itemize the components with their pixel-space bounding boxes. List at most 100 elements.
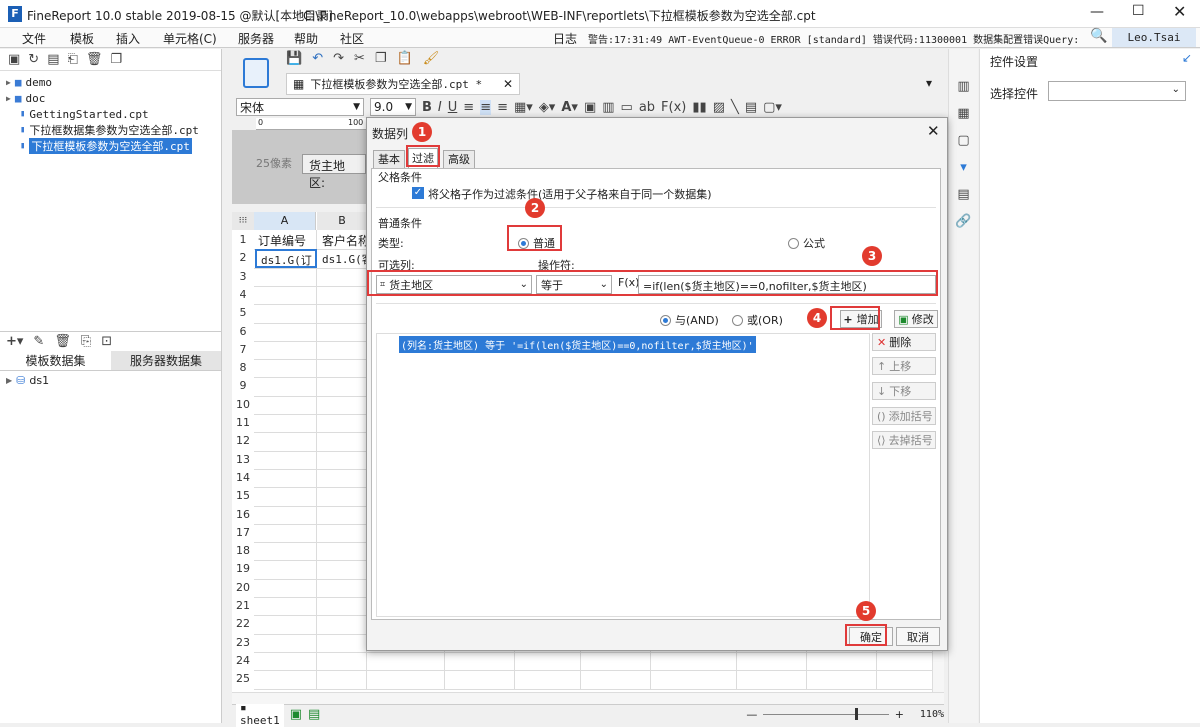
zoom-slider[interactable] [763,707,889,720]
delete-button[interactable]: ✕ 删除 [872,333,936,351]
doc-tab[interactable]: ▦ 下拉框模板参数为空选全部.cpt * ✕ [286,73,520,95]
underline-icon[interactable]: U [448,100,458,115]
select-widget-dropdown[interactable]: ⌄ [1048,81,1186,101]
save-icon[interactable]: 💾 [286,51,302,66]
user-name[interactable]: Leo.Tsai [1112,28,1196,47]
dialog-close-icon[interactable]: ✕ [927,122,940,140]
text-cell-icon[interactable]: ▭ [621,100,633,115]
menu-cell[interactable]: 单元格(C) [163,30,217,47]
fill-color-icon[interactable]: ◈▾ [539,100,556,115]
split-icon[interactable]: ▥ [602,100,614,115]
cell-element-icon[interactable]: ▦ [957,106,969,121]
cut-icon[interactable]: ✂ [354,51,365,66]
row-header[interactable]: 5 [232,304,254,322]
row-header[interactable]: 18 [232,542,254,560]
tab-server-dataset[interactable]: 服务器数据集 [111,351,221,370]
row-header[interactable]: 22 [232,615,254,633]
row-header[interactable]: 9 [232,377,254,395]
col-header-a[interactable]: A [254,212,316,230]
param-label[interactable]: 货主地区: [302,154,366,190]
sheet-tab[interactable]: ▪ sheet1 [236,701,284,727]
tree-item-doc[interactable]: ▶ ■ doc [0,90,221,106]
tree-item-dataset-param[interactable]: ▮ 下拉框数据集参数为空选全部.cpt [0,122,221,138]
merge-icon[interactable]: ▣ [584,100,596,115]
radio-or[interactable]: 或(OR) [732,312,783,328]
collapse-icon[interactable]: ↙ [1182,51,1192,65]
edit-icon[interactable]: ✎ [33,334,44,349]
italic-icon[interactable]: I [438,100,442,115]
subreport-icon[interactable]: ▤ [745,100,757,115]
row-header[interactable]: 3 [232,268,254,286]
align-left-icon[interactable]: ≡ [463,100,474,115]
row-header[interactable]: 17 [232,524,254,542]
row-header[interactable]: 7 [232,341,254,359]
template-icon[interactable] [243,58,269,88]
add-bracket-button[interactable]: () 添加括号 [872,407,936,425]
zoom-out-icon[interactable]: — [746,708,757,721]
open-icon[interactable]: ▤ [47,51,59,68]
paste-icon[interactable]: 📋 [397,51,413,66]
row-header[interactable]: 16 [232,506,254,524]
menu-template[interactable]: 模板 [70,30,94,47]
bold-icon[interactable]: B [422,100,432,115]
row-header[interactable]: 4 [232,286,254,304]
row-header[interactable]: 24 [232,652,254,670]
col-header-b[interactable]: B [317,212,367,230]
format-painter-icon[interactable]: 🖌 [423,51,440,66]
formula-icon[interactable]: F(x) [661,100,686,115]
cell-attr-icon[interactable]: ▥ [957,79,969,94]
radio-and[interactable]: 与(AND) [660,312,719,328]
border-icon[interactable]: ▦▾ [514,100,533,115]
zoom-in-icon[interactable]: + [895,708,904,721]
tab-template-dataset[interactable]: 模板数据集 [0,351,111,370]
menu-file[interactable]: 文件 [22,30,46,47]
row-header[interactable]: 2 [232,249,254,267]
edit-button[interactable]: ▣ 修改 [894,310,938,328]
dataset-item[interactable]: ▶ ⛁ ds1 [6,374,49,387]
row-header[interactable]: 20 [232,579,254,597]
remove-bracket-button[interactable]: ⟨⟩ 去掉括号 [872,431,936,449]
horizontal-scrollbar[interactable] [232,692,944,704]
menu-server[interactable]: 服务器 [238,30,274,47]
tree-item-template-param[interactable]: ▮ 下拉框模板参数为空选全部.cpt [0,138,221,154]
add-sheet-icon[interactable]: ▣ [290,707,302,722]
search-icon[interactable]: 🔍 [1090,28,1107,44]
refresh-icon[interactable]: ↻ [28,51,39,68]
widget-settings-icon[interactable]: ▾ [960,160,967,175]
log-label[interactable]: 日志 [553,30,577,47]
size-select[interactable]: 9.0 ▼ [370,98,416,116]
cell-b2[interactable]: ds1.G(客 [322,251,366,267]
row-header[interactable]: 10 [232,396,254,414]
redo-icon[interactable]: ↷ [333,51,344,66]
row-header[interactable]: 19 [232,560,254,578]
image-icon[interactable]: ▨ [713,100,725,115]
move-up-button[interactable]: ↑ 上移 [872,357,936,375]
radio-formula[interactable]: 公式 [788,235,825,251]
minimize-icon[interactable]: — [1090,4,1104,20]
delete-icon[interactable]: 🗑 [54,334,71,349]
tab-menu-icon[interactable]: ▾ [926,76,932,90]
maximize-icon[interactable]: ☐ [1132,3,1145,19]
row-header[interactable]: 15 [232,487,254,505]
align-right-icon[interactable]: ≡ [497,100,508,115]
preview-icon[interactable]: ⎘ [81,334,91,349]
copy-icon[interactable]: ❐ [110,51,122,68]
row-header[interactable]: 25 [232,670,254,688]
add-poly-sheet-icon[interactable]: ▤ [308,707,320,722]
row-header[interactable]: 14 [232,469,254,487]
row-header[interactable]: 1 [232,231,254,249]
tree-item-getting-started[interactable]: ▮ GettingStarted.cpt [0,106,221,122]
row-header[interactable]: 8 [232,359,254,377]
cell-a2[interactable]: ds1.G(订 [255,249,317,268]
slash-icon[interactable]: ╲ [731,100,739,115]
align-center-icon[interactable]: ≡ [480,99,492,115]
export-icon[interactable]: ⎗ [68,51,78,68]
cell-a1[interactable]: 订单编号 [258,232,306,249]
menu-help[interactable]: 帮助 [294,30,318,47]
close-icon[interactable]: ✕ [1173,2,1186,21]
tree-item-demo[interactable]: ▶ ■ demo [0,74,221,90]
cancel-button[interactable]: 取消 [896,627,940,646]
row-header[interactable]: 6 [232,323,254,341]
tab-advanced[interactable]: 高级 [443,150,475,168]
row-header[interactable]: 21 [232,597,254,615]
